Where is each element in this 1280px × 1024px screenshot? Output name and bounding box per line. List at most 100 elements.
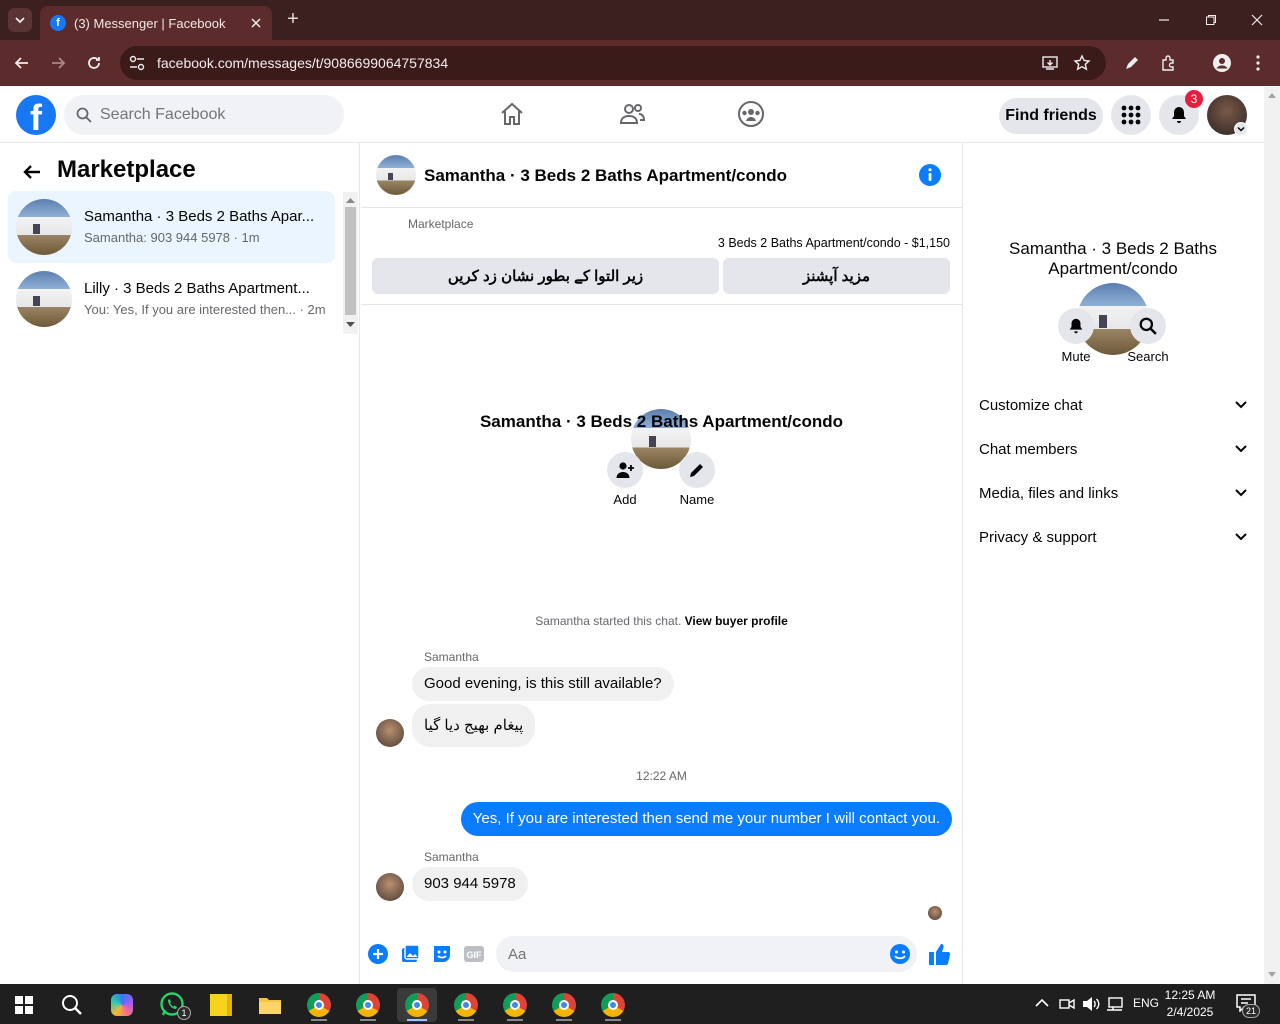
like-thumb-icon[interactable]: [928, 942, 950, 966]
seen-receipt-avatar: [928, 906, 942, 920]
kebab-menu-icon[interactable]: [1246, 51, 1270, 75]
reload-button[interactable]: [82, 51, 106, 75]
scroll-down-icon[interactable]: [1268, 972, 1276, 978]
scroll-up-icon[interactable]: [346, 197, 355, 203]
photo-icon[interactable]: [399, 943, 421, 965]
outgoing-message[interactable]: Yes, If you are interested then send me …: [460, 802, 952, 836]
incoming-message[interactable]: Good evening, is this still available?: [412, 667, 674, 701]
browser-tab[interactable]: f (3) Messenger | Facebook: [40, 6, 272, 40]
chat-avatar[interactable]: [376, 155, 416, 195]
profile-icon[interactable]: [1210, 51, 1234, 75]
gif-icon[interactable]: GIF: [463, 943, 485, 965]
row-label: Customize chat: [979, 396, 1083, 414]
taskbar-whatsapp[interactable]: 1: [152, 988, 192, 1022]
minimize-button[interactable]: [1151, 8, 1177, 32]
notification-badge: 3: [1185, 90, 1203, 108]
search-icon: [1139, 317, 1157, 335]
taskbar-chrome[interactable]: [446, 988, 486, 1022]
input-language[interactable]: ENG: [1133, 996, 1159, 1010]
scrollbar-thumb[interactable]: [345, 207, 356, 315]
reload-icon: [88, 57, 100, 69]
conversation-item[interactable]: Lilly · 3 Beds 2 Baths Apartment... You:…: [8, 263, 335, 335]
close-window-button[interactable]: [1244, 8, 1270, 32]
tab-close-icon[interactable]: [250, 17, 262, 29]
svg-text:GIF: GIF: [467, 950, 483, 960]
taskbar-chrome[interactable]: [544, 988, 584, 1022]
add-people-button[interactable]: [607, 452, 643, 488]
name-chat-button[interactable]: [679, 452, 715, 488]
sender-avatar[interactable]: [376, 873, 404, 901]
message-input-box[interactable]: [496, 936, 917, 972]
extensions-icon[interactable]: [1157, 51, 1181, 75]
restore-button[interactable]: [1198, 8, 1224, 32]
chrome-icon: [552, 993, 576, 1017]
message-input[interactable]: [508, 945, 868, 963]
pen-icon[interactable]: [1120, 51, 1144, 75]
sticker-icon[interactable]: [431, 943, 453, 965]
install-app-icon[interactable]: [1038, 51, 1062, 75]
whatsapp-badge: 1: [177, 1006, 191, 1020]
conversation-item[interactable]: Samantha · 3 Beds 2 Baths Apar... Samant…: [8, 191, 335, 263]
back-arrow-icon[interactable]: [20, 160, 44, 184]
page-scrollbar[interactable]: [1264, 87, 1280, 984]
plus-circle-icon[interactable]: [367, 943, 389, 965]
home-icon[interactable]: [498, 100, 526, 128]
taskbar-chrome[interactable]: [593, 988, 633, 1022]
find-friends-button[interactable]: Find friends: [999, 98, 1103, 134]
taskbar-chrome[interactable]: [495, 988, 535, 1022]
chevron-up-icon[interactable]: [1035, 998, 1049, 1008]
taskbar-sticky-notes[interactable]: [201, 988, 241, 1022]
forward-button[interactable]: [46, 51, 70, 75]
mute-button[interactable]: [1058, 308, 1094, 344]
notification-center-button[interactable]: 21: [1236, 994, 1262, 1018]
system-clock[interactable]: 12:25 AM 2/4/2025: [1160, 987, 1220, 1021]
customize-chat-row[interactable]: Customize chat: [970, 385, 1256, 425]
more-options-button[interactable]: مزید آپشنز: [723, 258, 950, 294]
facebook-favicon-icon: f: [50, 15, 66, 31]
mark-pending-button[interactable]: زیر التوا کے بطور نشان زد کریں: [372, 258, 719, 294]
scroll-up-icon[interactable]: [1268, 92, 1276, 98]
taskbar-chrome[interactable]: [348, 988, 388, 1022]
taskbar-chrome[interactable]: [299, 988, 339, 1022]
search-in-chat-button[interactable]: [1130, 308, 1166, 344]
chat-members-row[interactable]: Chat members: [970, 429, 1256, 469]
start-button[interactable]: [4, 988, 44, 1022]
scroll-down-icon[interactable]: [346, 322, 355, 328]
chevron-down-icon: [1235, 533, 1247, 541]
account-chevron-icon[interactable]: [1234, 122, 1248, 136]
chrome-icon: [307, 993, 331, 1017]
incoming-message[interactable]: پیغام بھیج دیا گیا: [412, 704, 536, 747]
bookmark-star-icon[interactable]: [1070, 51, 1094, 75]
taskbar-chrome-active[interactable]: [397, 988, 437, 1022]
taskbar-copilot[interactable]: [102, 988, 142, 1022]
facebook-logo[interactable]: f: [16, 95, 56, 135]
info-icon[interactable]: [918, 163, 942, 187]
url-text[interactable]: facebook.com/messages/t/9086699064757834: [157, 54, 448, 72]
conversation-preview: Samantha: 903 944 5978 · 1m: [84, 230, 260, 245]
clock-time: 12:25 AM: [1164, 988, 1216, 1002]
taskbar-file-explorer[interactable]: [250, 988, 290, 1022]
sender-avatar[interactable]: [376, 719, 404, 747]
grid-menu-icon: [1121, 105, 1141, 125]
view-buyer-profile-link[interactable]: View buyer profile: [685, 614, 788, 628]
network-icon[interactable]: [1106, 996, 1124, 1012]
emoji-icon[interactable]: [889, 943, 911, 965]
back-button[interactable]: [10, 51, 34, 75]
facebook-search-box[interactable]: [64, 95, 344, 135]
friends-icon[interactable]: [618, 100, 646, 128]
volume-icon[interactable]: [1082, 996, 1100, 1012]
facebook-search-input[interactable]: [100, 106, 320, 124]
site-info-icon[interactable]: [128, 54, 146, 72]
menu-button[interactable]: [1111, 95, 1151, 135]
privacy-support-row[interactable]: Privacy & support: [970, 517, 1256, 557]
tab-search-dropdown[interactable]: [8, 8, 32, 32]
listing-title-price[interactable]: 3 Beds 2 Baths Apartment/condo - $1,150: [680, 236, 950, 250]
groups-icon[interactable]: [737, 100, 765, 128]
incoming-message[interactable]: 903 944 5978: [412, 867, 528, 901]
taskbar-search-button[interactable]: [52, 988, 92, 1022]
arrow-left-icon: [14, 57, 28, 69]
media-files-links-row[interactable]: Media, files and links: [970, 473, 1256, 513]
new-tab-button[interactable]: +: [282, 8, 304, 30]
meet-now-icon[interactable]: [1059, 996, 1075, 1012]
chat-title[interactable]: Samantha · 3 Beds 2 Baths Apartment/cond…: [424, 166, 787, 186]
